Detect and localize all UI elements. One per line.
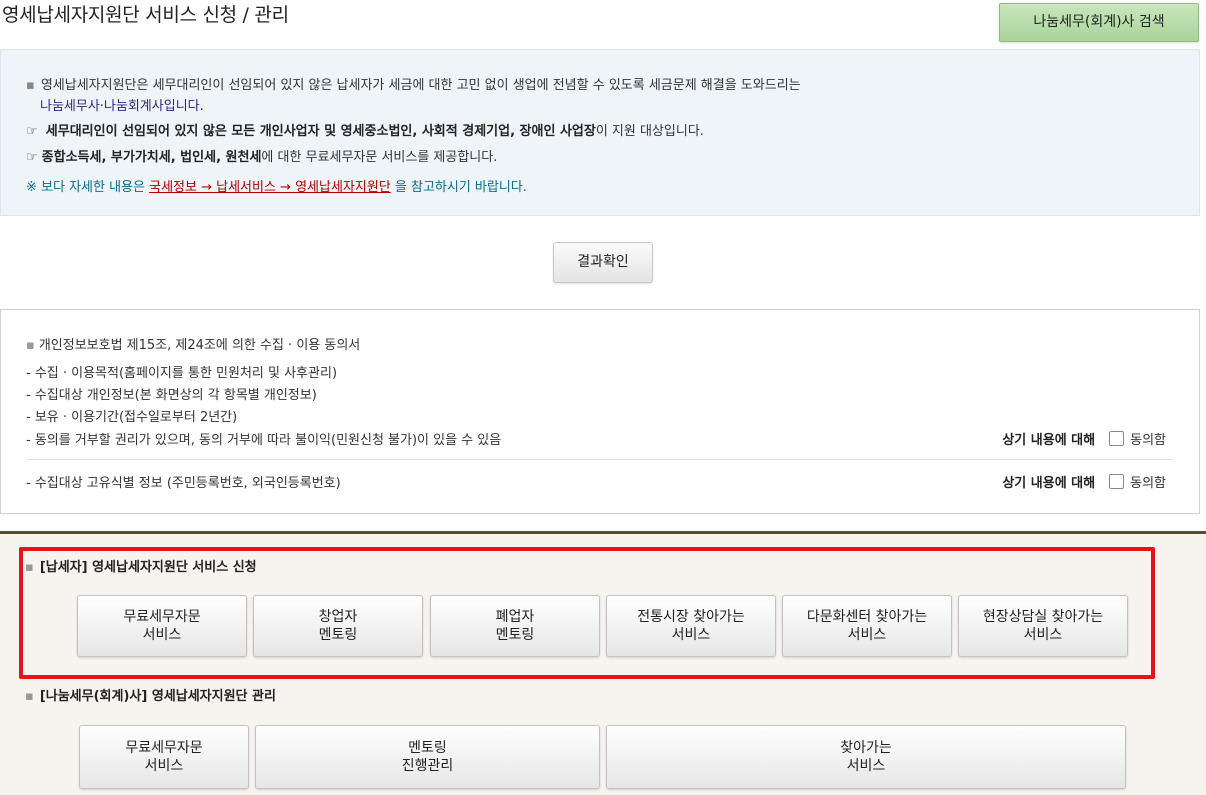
- eligibility-bold: 세무대리인이 선임되어 있지 않은 모든 개인사업자 및 영세중소법인, 사회적…: [45, 124, 596, 139]
- advisor-section-title-text: [나눔세무(회계)사] 영세납세자지원단 관리: [39, 689, 276, 704]
- pointing-hand-icon: ☞: [26, 150, 38, 165]
- consent-heading-text: 개인정보보호법 제15조, 제24조에 의한 수집 · 이용 동의서: [38, 338, 361, 353]
- bullet-icon: ▪: [26, 338, 35, 353]
- consent-heading: ▪ 개인정보보호법 제15조, 제24조에 의한 수집 · 이용 동의서: [26, 334, 360, 353]
- button-label-line1: 무료세무자문: [125, 740, 203, 756]
- page-title: 영세납세자지원단 서비스 신청 / 관리: [2, 4, 289, 26]
- consent-item-period: - 보유 · 이용기간(접수일로부터 2년간): [26, 410, 238, 425]
- info-line-tax-types: ☞ 종합소득세, 부가가치세, 법인세, 원천세에 대한 무료세무자문 서비스를 …: [26, 146, 497, 165]
- consent-item-purpose: - 수집 · 이용목적(홈페이지를 통한 민원처리 및 사후관리): [26, 366, 338, 381]
- reference-prefix: ※ 보다 자세한 내용은: [26, 180, 145, 195]
- agree-label: 상기 내용에 대해: [1002, 476, 1096, 491]
- bullet-icon: ▪: [26, 78, 35, 93]
- agree-row-personal-info: 상기 내용에 대해 동의함: [1002, 429, 1166, 448]
- button-label-line1: 찾아가는: [840, 740, 892, 756]
- info-panel: ▪ 영세납세자지원단은 세무대리인이 선임되어 있지 않은 납세자가 세금에 대한…: [0, 49, 1200, 216]
- info-line-eligibility: ☞ 세무대리인이 선임되어 있지 않은 모든 개인사업자 및 영세중소법인, 사…: [26, 120, 704, 139]
- sharing-accountant-search-button[interactable]: 나눔세무(회계)사 검색: [999, 3, 1199, 42]
- agree-checkbox-unique-id[interactable]: [1109, 474, 1125, 489]
- button-label-line1: 멘토링: [408, 740, 447, 756]
- button-label-line2: 진행관리: [401, 758, 454, 774]
- privacy-consent-panel: ▪ 개인정보보호법 제15조, 제24조에 의한 수집 · 이용 동의서 - 수집…: [0, 309, 1200, 514]
- advisor-mentoring-management-button[interactable]: 멘토링 진행관리: [255, 725, 600, 789]
- reference-link[interactable]: 국세정보 → 납세서비스 → 영세납세자지원단: [149, 180, 391, 195]
- tax-types-bold: 종합소득세, 부가가치세, 법인세, 원천세: [41, 150, 262, 165]
- advisor-visiting-service-button[interactable]: 찾아가는 서비스: [606, 725, 1126, 789]
- consent-divider: [26, 459, 1174, 460]
- reference-suffix: 을 참고하시기 바랍니다.: [394, 180, 527, 195]
- button-label-line2: 서비스: [846, 758, 886, 774]
- advisor-free-tax-advice-button[interactable]: 무료세무자문 서비스: [79, 725, 249, 789]
- bullet-icon: ▪: [25, 689, 34, 704]
- agree-checkbox-personal-info[interactable]: [1109, 431, 1125, 446]
- check-result-button[interactable]: 결과확인: [553, 242, 653, 283]
- highlight-box: [19, 547, 1155, 679]
- pointing-hand-icon: ☞: [26, 124, 38, 139]
- agree-row-unique-id: 상기 내용에 대해 동의함: [1002, 472, 1166, 491]
- info-line-intro-cont: 나눔세무사·나눔회계사입니다.: [40, 99, 204, 114]
- eligibility-rest: 이 지원 대상입니다.: [595, 124, 704, 139]
- agree-check-label[interactable]: 동의함: [1130, 472, 1166, 491]
- info-intro-text: 영세납세자지원단은 세무대리인이 선임되어 있지 않은 납세자가 세금에 대한 …: [40, 78, 801, 93]
- agree-label: 상기 내용에 대해: [1002, 433, 1096, 448]
- consent-item-refusal: - 동의를 거부할 권리가 있으며, 동의 거부에 따라 불이익(민원신청 불가…: [26, 433, 502, 448]
- button-label-line2: 서비스: [144, 758, 184, 774]
- info-line-intro: ▪ 영세납세자지원단은 세무대리인이 선임되어 있지 않은 납세자가 세금에 대한…: [26, 74, 801, 93]
- advisor-section-title: ▪ [나눔세무(회계)사] 영세납세자지원단 관리: [25, 685, 276, 704]
- agree-check-label[interactable]: 동의함: [1130, 429, 1166, 448]
- tax-types-rest: 에 대한 무료세무자문 서비스를 제공합니다.: [261, 150, 498, 165]
- info-line-reference: ※ 보다 자세한 내용은 국세정보 → 납세서비스 → 영세납세자지원단 을 참…: [26, 176, 527, 195]
- consent-item-target: - 수집대상 개인정보(본 화면상의 각 항목별 개인정보): [26, 388, 317, 403]
- consent-item-unique-id: - 수집대상 고유식별 정보 (주민등록번호, 외국인등록번호): [26, 476, 341, 491]
